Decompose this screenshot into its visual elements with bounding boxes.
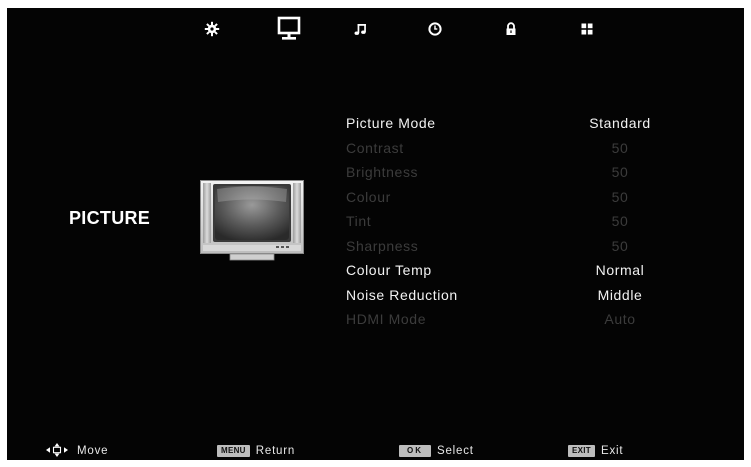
arrows-icon	[45, 442, 69, 461]
picture-settings-menu: Picture Mode Standard Contrast 50 Bright…	[340, 112, 700, 333]
menu-item-label: Noise Reduction	[346, 286, 458, 303]
menu-item-hdmi-mode: HDMI Mode Auto	[340, 308, 700, 333]
menu-item-label: Brightness	[346, 164, 419, 180]
menu-item-contrast: Contrast 50	[340, 137, 700, 162]
menu-item-colour: Colour 50	[340, 186, 700, 211]
menu-item-value: Standard	[589, 115, 651, 131]
menu-item-picture-mode[interactable]: Picture Mode Standard	[340, 112, 700, 137]
menu-item-value: 50	[611, 213, 629, 229]
grid-icon	[580, 22, 594, 36]
tab-setup[interactable]	[195, 14, 229, 44]
menu-item-colour-temp[interactable]: Colour Temp Normal	[340, 259, 700, 284]
menu-item-noise-reduction[interactable]: Noise Reduction Middle	[340, 284, 700, 309]
hint-bar: Move MENU Return OK Select EXIT Exit	[7, 442, 744, 460]
tab-channel[interactable]	[570, 14, 604, 44]
clock-icon	[428, 22, 442, 36]
menu-item-value: 50	[611, 164, 629, 180]
hint-select-label: Select	[437, 445, 474, 457]
menu-item-sharpness: Sharpness 50	[340, 235, 700, 260]
menu-item-value: 50	[611, 188, 629, 205]
menu-item-label: HDMI Mode	[346, 311, 427, 327]
tab-sound[interactable]	[344, 14, 378, 44]
hint-select: OK Select	[399, 442, 474, 460]
hint-exit-label: Exit	[600, 445, 624, 457]
menu-key-icon: MENU	[217, 445, 250, 457]
hint-move: Move	[45, 442, 108, 460]
menu-item-value: Auto	[604, 311, 636, 327]
menu-item-tint: Tint 50	[340, 210, 700, 235]
menu-item-value: Middle	[597, 286, 643, 303]
lock-icon	[504, 22, 518, 36]
tab-bar	[7, 8, 744, 52]
exit-key-icon: EXIT	[568, 445, 595, 457]
tab-lock[interactable]	[494, 14, 528, 44]
ok-key-icon: OK	[399, 445, 431, 457]
menu-item-value: Normal	[595, 262, 645, 278]
hint-move-label: Move	[77, 445, 109, 457]
menu-item-label: Colour Temp	[346, 262, 432, 278]
menu-item-label: Colour	[346, 188, 391, 205]
hint-return: MENU Return	[217, 442, 295, 460]
menu-item-label: Sharpness	[346, 237, 419, 254]
monitor-icon	[277, 16, 301, 42]
hint-exit: EXIT Exit	[568, 442, 623, 460]
menu-item-label: Contrast	[346, 139, 404, 156]
menu-item-value: 50	[611, 139, 629, 156]
tv-icon	[200, 180, 304, 262]
menu-item-value: 50	[611, 237, 629, 254]
page-title: PICTURE	[69, 208, 151, 228]
menu-item-label: Picture Mode	[346, 115, 436, 131]
music-note-icon	[354, 22, 368, 36]
tab-time[interactable]	[418, 14, 452, 44]
osd-screen: PICTURE Picture Mode Standard Contrast 5…	[7, 8, 744, 460]
menu-item-label: Tint	[346, 213, 372, 229]
hint-return-label: Return	[255, 445, 296, 457]
gear-icon	[204, 21, 220, 37]
menu-item-brightness: Brightness 50	[340, 161, 700, 186]
tab-picture[interactable]	[272, 14, 306, 44]
